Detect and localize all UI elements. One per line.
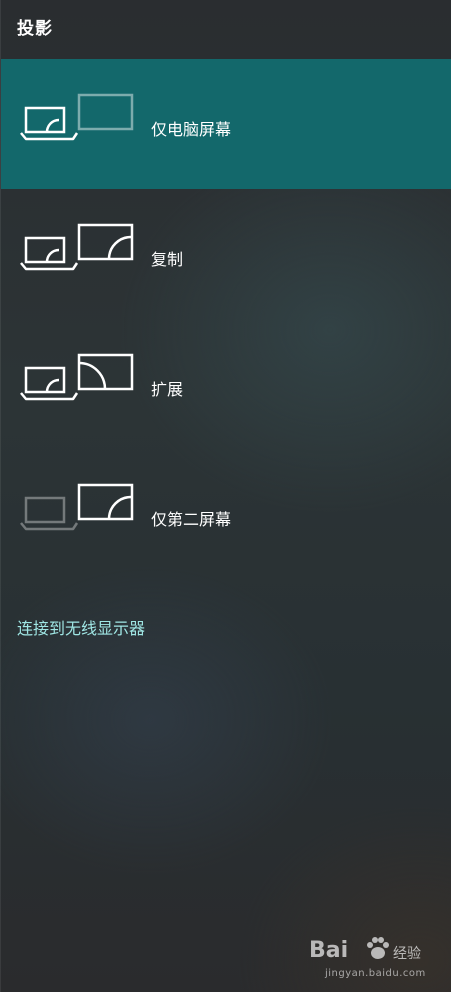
option-extend[interactable]: 扩展 (1, 319, 451, 449)
paw-icon (367, 937, 389, 959)
option-label: 扩展 (151, 380, 184, 399)
extend-icon (20, 353, 134, 401)
option-label: 复制 (151, 250, 184, 269)
pc-screen-only-icon (20, 93, 134, 141)
baidu-jingyan-watermark: Bai 经验 jingyan.baidu.com (301, 934, 441, 984)
second-screen-only-icon (20, 483, 134, 531)
connect-wireless-display-link[interactable]: 连接到无线显示器 (17, 615, 145, 639)
option-label: 仅第二屏幕 (151, 510, 232, 529)
watermark-suffix: 经验 (393, 946, 421, 962)
watermark-url: jingyan.baidu.com (325, 968, 426, 979)
project-panel: 投影 仅电脑屏幕 复制 扩展 仅第二屏幕 连接到无线显示器 Bai 经验 jin… (0, 0, 451, 992)
option-label: 仅电脑屏幕 (151, 120, 232, 139)
duplicate-icon (20, 223, 134, 271)
watermark-logo-text: Bai (309, 938, 349, 963)
option-second-screen-only[interactable]: 仅第二屏幕 (1, 449, 451, 579)
option-duplicate[interactable]: 复制 (1, 189, 451, 319)
panel-title: 投影 (17, 19, 53, 39)
option-pc-screen-only[interactable]: 仅电脑屏幕 (1, 59, 451, 189)
